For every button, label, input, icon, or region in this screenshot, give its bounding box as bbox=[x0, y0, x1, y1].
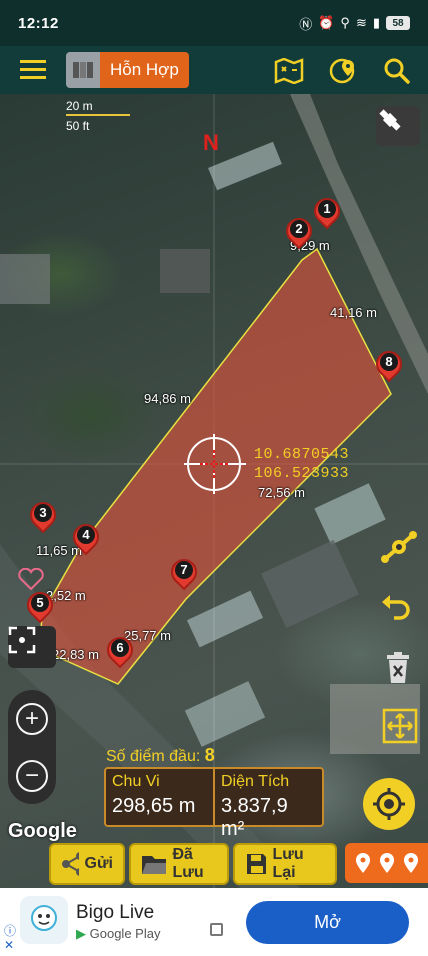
nfc-icon: Ⓝ bbox=[299, 16, 313, 32]
coordinate-readout: 10.6870543 106.523933 bbox=[254, 446, 350, 482]
ad-store-label: ▶ Google Play bbox=[76, 926, 161, 941]
distance-label: 94,86 m bbox=[144, 391, 191, 406]
floppy-icon bbox=[247, 854, 267, 874]
share-button[interactable]: Gửi bbox=[49, 843, 125, 885]
focus-icon[interactable] bbox=[8, 626, 56, 668]
map-mode-label: Hỗn Hợp bbox=[100, 52, 189, 88]
distance-label: 22,83 m bbox=[52, 647, 99, 662]
fit-bounds-icon[interactable] bbox=[382, 708, 420, 746]
map-pin-6[interactable]: 6 bbox=[101, 631, 139, 673]
search-icon[interactable] bbox=[380, 56, 414, 86]
menu-button[interactable] bbox=[0, 46, 66, 94]
map-pins-icon bbox=[355, 853, 418, 873]
area-cell: Diện Tích 3.837,9 m² bbox=[213, 769, 322, 840]
map-pin-2[interactable]: 2 bbox=[280, 212, 318, 254]
map-pin-7[interactable]: 7 bbox=[165, 553, 203, 595]
favorite-icon[interactable] bbox=[18, 568, 46, 592]
status-bar: 12:12 Ⓝ ⏰ ⚲ ≋ ▮ 58 bbox=[0, 0, 428, 46]
point-count: Số điểm đầu: 8 bbox=[106, 745, 215, 765]
signal-icon: ▮ bbox=[372, 15, 380, 30]
battery-icon: 58 bbox=[386, 16, 410, 30]
top-toolbar: Hỗn Hợp bbox=[0, 46, 428, 94]
play-store-icon: ▶ bbox=[76, 926, 86, 941]
map-pin-3[interactable]: 3 bbox=[24, 496, 62, 538]
ad-close-icon[interactable]: ✕ bbox=[4, 938, 14, 952]
clock: 12:12 bbox=[18, 14, 59, 32]
distance-label: 41,16 m bbox=[330, 305, 377, 320]
delete-icon[interactable] bbox=[384, 652, 418, 688]
map-mode-button[interactable]: Hỗn Hợp bbox=[66, 52, 189, 88]
ad-info-icon[interactable]: ⓘ bbox=[4, 922, 16, 939]
north-indicator: N bbox=[203, 130, 219, 155]
app-logo bbox=[20, 896, 68, 944]
map-scale: 20 m 50 ft bbox=[66, 96, 130, 136]
undo-icon[interactable] bbox=[380, 592, 422, 632]
folder-icon bbox=[142, 856, 167, 874]
saved-button[interactable]: Đã Lưu bbox=[129, 843, 229, 885]
alarm-icon: ⏰ bbox=[318, 15, 335, 30]
map-layers-icon bbox=[66, 52, 100, 88]
hamburger-icon bbox=[20, 60, 46, 79]
measure-line-icon[interactable] bbox=[380, 530, 422, 570]
ad-open-button[interactable]: Mở bbox=[246, 901, 409, 944]
measurement-panel: Chu Vi 298,65 m Diện Tích 3.837,9 m² bbox=[104, 767, 324, 840]
ad-checkbox[interactable] bbox=[210, 923, 223, 936]
globe-location-icon[interactable] bbox=[326, 56, 360, 86]
perimeter-cell: Chu Vi 298,65 m bbox=[112, 773, 196, 817]
ad-banner[interactable]: ⓘ ✕ Bigo Live ▶ Google Play Mở bbox=[0, 888, 428, 956]
map-type-icon[interactable] bbox=[272, 56, 306, 86]
minus-icon: − bbox=[16, 759, 48, 792]
map-pin-5[interactable]: 5 bbox=[21, 586, 59, 628]
share-icon bbox=[62, 852, 79, 876]
map-pin-4[interactable]: 4 bbox=[67, 518, 105, 560]
ad-app-name: Bigo Live bbox=[76, 902, 155, 923]
pins-button[interactable] bbox=[345, 843, 428, 883]
save-button[interactable]: Lưu Lại bbox=[233, 843, 337, 885]
map-pin-1[interactable]: 1 bbox=[308, 192, 346, 234]
my-location-button[interactable] bbox=[363, 778, 415, 830]
zoom-in-button[interactable]: + bbox=[8, 690, 56, 747]
map-pin-8[interactable]: 8 bbox=[370, 345, 408, 387]
zoom-out-button[interactable]: − bbox=[8, 747, 56, 804]
wifi-icon: ≋ bbox=[355, 15, 367, 30]
location-icon: ⚲ bbox=[340, 15, 350, 30]
zoom-controls: + − bbox=[8, 690, 56, 804]
satellite-icon[interactable] bbox=[376, 106, 420, 146]
gps-icon bbox=[373, 788, 405, 820]
plus-icon: + bbox=[16, 702, 48, 735]
distance-label: 72,56 m bbox=[258, 485, 305, 500]
